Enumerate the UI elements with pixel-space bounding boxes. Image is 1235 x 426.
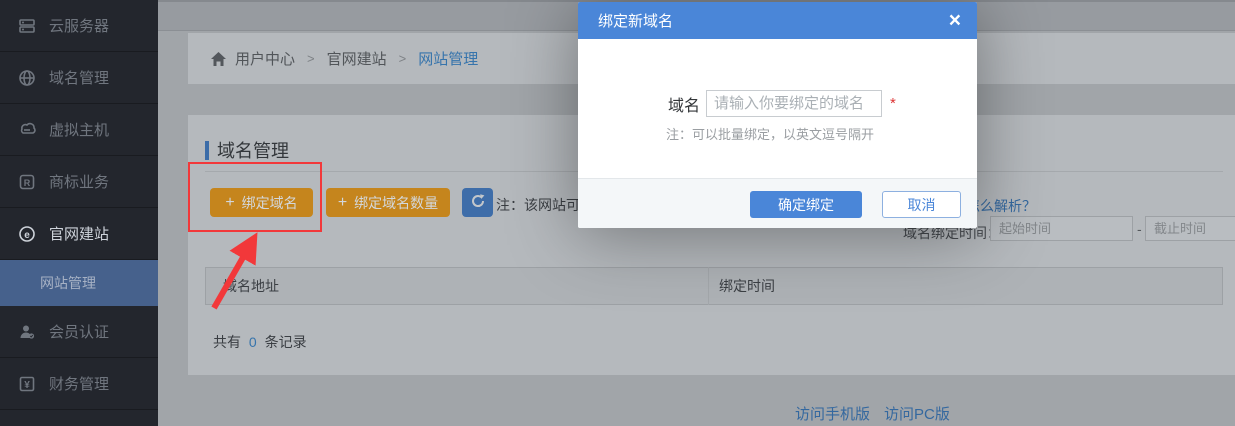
domain-input[interactable]: [706, 90, 882, 117]
modal-footer: 确定绑定 取消: [578, 178, 977, 228]
bind-domain-count-button[interactable]: + 绑定域名数量: [326, 188, 450, 217]
column-header-bind-time: 绑定时间: [709, 276, 775, 296]
bind-new-domain-modal: 绑定新域名 × 域名 * 注：可以批量绑定，以英文逗号隔开 确定绑定 取消: [578, 2, 977, 228]
modal-title: 绑定新域名: [598, 10, 949, 31]
end-time-input[interactable]: [1145, 216, 1235, 241]
start-time-input[interactable]: [990, 216, 1133, 241]
records-count: 0: [249, 334, 257, 350]
cancel-button[interactable]: 取消: [882, 191, 961, 218]
modal-header: 绑定新域名 ×: [578, 2, 977, 39]
refresh-icon: [470, 193, 486, 212]
sidebar-item-label: 商标业务: [49, 171, 109, 192]
table-header-row: 域名地址 绑定时间: [205, 267, 1223, 305]
page-title: 域名管理: [217, 137, 289, 163]
date-range-separator: -: [1137, 221, 1142, 237]
sidebar-item-label: 财务管理: [49, 373, 109, 394]
plus-icon: +: [225, 195, 234, 211]
visit-mobile-link[interactable]: 访问手机版: [795, 403, 870, 424]
svg-text:e: e: [24, 230, 30, 241]
breadcrumb-separator: >: [307, 51, 315, 66]
svg-text:¥: ¥: [24, 380, 30, 391]
plus-icon: +: [338, 195, 347, 211]
sidebar-item-label: 会员认证: [49, 321, 109, 342]
sidebar-subitem-website-management[interactable]: 网站管理: [0, 260, 158, 306]
server-icon: [18, 17, 36, 35]
trademark-icon: R: [18, 173, 36, 191]
sidebar-item-domain-management[interactable]: 域名管理: [0, 52, 158, 104]
column-header-domain: 域名地址: [206, 276, 708, 296]
sidebar-item-label: 虚拟主机: [49, 119, 109, 140]
sidebar-subitem-label: 网站管理: [40, 273, 96, 293]
home-icon: [210, 51, 227, 67]
sidebar-item-label: 官网建站: [49, 223, 109, 244]
sidebar: 云服务器 域名管理 虚拟主机 R 商标业务 e 官网建站 网站管理 会员认证 ¥: [0, 0, 158, 426]
member-icon: [18, 323, 36, 341]
breadcrumb-separator: >: [399, 51, 407, 66]
sidebar-item-finance[interactable]: ¥ 财务管理: [0, 358, 158, 410]
domain-field-row: 域名 *: [668, 90, 896, 117]
sidebar-item-label: 云服务器: [49, 15, 109, 36]
bind-domain-button[interactable]: + 绑定域名: [210, 188, 313, 217]
records-summary: 共有 0 条记录: [213, 332, 307, 352]
page-title-block: 域名管理: [205, 137, 289, 163]
close-icon[interactable]: ×: [949, 10, 961, 31]
sidebar-item-cloud-server[interactable]: 云服务器: [0, 0, 158, 52]
sidebar-item-label: 域名管理: [49, 67, 109, 88]
finance-icon: ¥: [18, 375, 36, 393]
svg-text:R: R: [24, 178, 31, 188]
modal-note: 注：可以批量绑定，以英文逗号隔开: [666, 124, 874, 143]
visit-pc-link[interactable]: 访问PC版: [884, 403, 950, 424]
breadcrumb-home[interactable]: 用户中心: [235, 48, 295, 69]
bind-domain-button-label: 绑定域名: [242, 193, 298, 213]
host-icon: [18, 121, 36, 139]
sidebar-item-website-building[interactable]: e 官网建站: [0, 208, 158, 260]
footer-links: 访问手机版 访问PC版: [795, 403, 950, 424]
sidebar-item-member-auth[interactable]: 会员认证: [0, 306, 158, 358]
domain-field-label: 域名: [668, 92, 700, 116]
title-accent-bar: [205, 141, 209, 160]
required-asterisk: *: [890, 95, 896, 112]
records-suffix: 条记录: [265, 334, 307, 350]
refresh-button[interactable]: [462, 188, 493, 217]
breadcrumb-website-building[interactable]: 官网建站: [327, 48, 387, 69]
confirm-bind-button[interactable]: 确定绑定: [750, 191, 862, 218]
sidebar-item-trademark[interactable]: R 商标业务: [0, 156, 158, 208]
sidebar-item-virtual-host[interactable]: 虚拟主机: [0, 104, 158, 156]
breadcrumb-current[interactable]: 网站管理: [418, 48, 478, 69]
website-icon: e: [18, 225, 36, 243]
globe-icon: [18, 69, 36, 87]
bind-domain-count-button-label: 绑定域名数量: [354, 193, 438, 213]
records-prefix: 共有: [213, 334, 241, 350]
